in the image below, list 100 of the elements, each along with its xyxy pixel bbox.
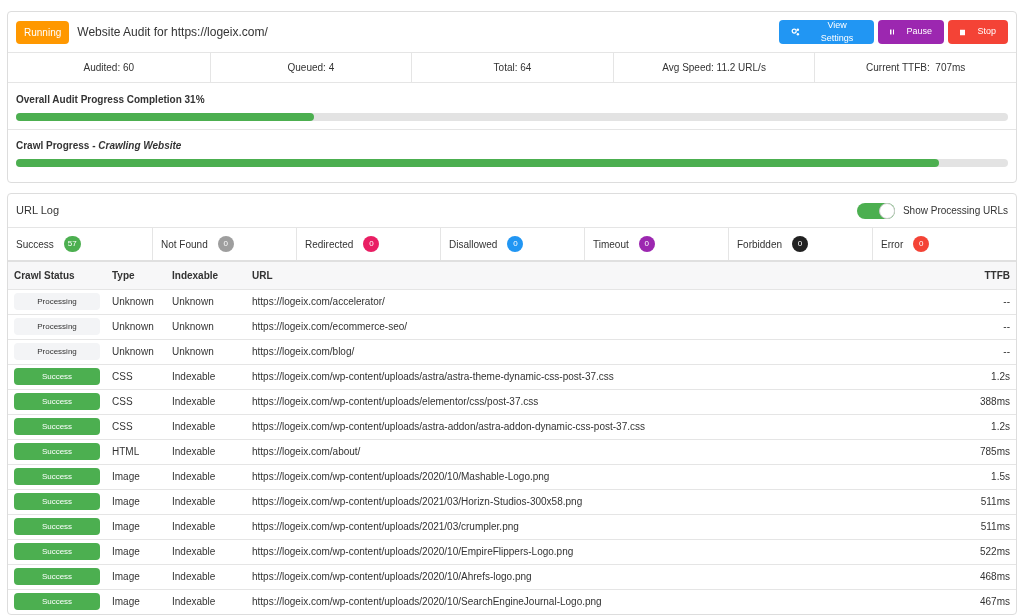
toggle-knob: [878, 202, 895, 219]
status-badge: Running: [16, 20, 70, 44]
column-header: TTFB: [936, 262, 1016, 289]
table-cell: Unknown: [166, 314, 246, 339]
table-cell: https://logeix.com/wp-content/uploads/2020/10/SearchEngineJournal-Logo.png: [246, 589, 936, 614]
table-cell: https://logeix.com/wp-content/uploads/elementor/css/post-37.css: [246, 389, 936, 414]
column-header: URL: [246, 262, 936, 289]
table-cell: 467ms: [936, 589, 1016, 614]
stat-text: Audited: 60: [83, 61, 135, 75]
table-cell: https://logeix.com/wp-content/uploads/2020/10/Ahrefs-logo.png: [246, 564, 936, 589]
column-header: Type: [106, 262, 166, 289]
stop-icon: [960, 27, 966, 37]
table-cell: https://logeix.com/wp-content/uploads/2020/10/EmpireFlippers-Logo.png: [246, 539, 936, 564]
table-cell: CSS: [106, 389, 166, 414]
table-cell: 511ms: [936, 514, 1016, 539]
settings-button[interactable]: View Settings: [779, 20, 874, 44]
table-cell: Unknown: [166, 289, 246, 314]
status-badge: Success: [14, 543, 100, 560]
stat-text: Avg Speed: 11.2 URL/s: [662, 61, 766, 75]
filter-label: Success: [16, 237, 54, 252]
table-cell: https://logeix.com/wp-content/uploads/2020/10/Mashable-Logo.png: [246, 464, 936, 489]
table-cell: Unknown: [106, 289, 166, 314]
progress-label: Crawl Progress - Crawling Website: [16, 139, 183, 153]
stat-text: Current TTFB: 707ms: [866, 61, 966, 75]
column-header: Indexable: [166, 262, 246, 289]
status-badge: Processing: [14, 318, 100, 335]
status-badge: Success: [14, 393, 100, 410]
table-cell: Image: [106, 539, 166, 564]
table-cell: 1.2s: [936, 414, 1016, 439]
count-badge: 0: [507, 236, 524, 252]
table-cell: Indexable: [166, 464, 246, 489]
table-cell: Image: [106, 464, 166, 489]
table-cell: Unknown: [166, 339, 246, 364]
count-badge: 0: [363, 236, 380, 252]
table-cell: 522ms: [936, 539, 1016, 564]
count-badge: 0: [638, 236, 655, 252]
table-cell: Indexable: [166, 514, 246, 539]
filter-label: Forbidden: [737, 237, 783, 252]
pause-button[interactable]: Pause: [878, 20, 944, 44]
stat-text: Total: 64: [493, 61, 532, 75]
table-cell: --: [936, 314, 1016, 339]
filter-label: Not Found: [161, 237, 208, 252]
table-cell: Image: [106, 589, 166, 614]
table-cell: 388ms: [936, 389, 1016, 414]
table-cell: --: [936, 289, 1016, 314]
filter-label: Redirected: [305, 237, 354, 252]
toggle-switch[interactable]: [856, 202, 895, 219]
table-cell: Indexable: [166, 414, 246, 439]
table-cell: 1.2s: [936, 364, 1016, 389]
table-cell: 468ms: [936, 564, 1016, 589]
table-cell: Unknown: [106, 314, 166, 339]
filter-label: Disallowed: [449, 237, 498, 252]
table-cell: Unknown: [106, 339, 166, 364]
table-cell: Indexable: [166, 564, 246, 589]
table-cell: Image: [106, 489, 166, 514]
count-badge: 0: [913, 236, 930, 252]
audit-title: Website Audit for https://logeix.com/: [77, 24, 268, 41]
table-cell: https://logeix.com/wp-content/uploads/2021/03/Horizn-Studios-300x58.png: [246, 489, 936, 514]
status-badge: Success: [14, 418, 100, 435]
table-cell: https://logeix.com/ecommerce-seo/: [246, 314, 936, 339]
status-badge: Success: [14, 443, 100, 460]
table-cell: Image: [106, 564, 166, 589]
table-cell: https://logeix.com/wp-content/uploads/astra-addon/astra-addon-dynamic-css-post-37.css: [246, 414, 936, 439]
pause-icon: [890, 27, 895, 37]
table-cell: 511ms: [936, 489, 1016, 514]
status-badge: Success: [14, 518, 100, 535]
table-cell: Indexable: [166, 389, 246, 414]
table-cell: Indexable: [166, 489, 246, 514]
gears-icon: [791, 27, 801, 37]
column-header: Crawl Status: [8, 262, 106, 289]
table-cell: CSS: [106, 364, 166, 389]
table-cell: https://logeix.com/accelerator/: [246, 289, 936, 314]
stop-button[interactable]: Stop: [948, 20, 1008, 44]
table-cell: Image: [106, 514, 166, 539]
status-badge: Processing: [14, 293, 100, 310]
table-cell: Indexable: [166, 364, 246, 389]
status-badge: Success: [14, 368, 100, 385]
filter-label: Error: [881, 237, 904, 252]
count-badge: 0: [217, 236, 234, 252]
status-badge: Processing: [14, 343, 100, 360]
status-badge: Success: [14, 493, 100, 510]
table-cell: HTML: [106, 439, 166, 464]
table-cell: https://logeix.com/wp-content/uploads/2021/03/crumpler.png: [246, 514, 936, 539]
url-log-title: URL Log: [16, 203, 59, 219]
filter-label: Timeout: [593, 237, 629, 252]
table-cell: --: [936, 339, 1016, 364]
progress-label: Overall Audit Progress Completion 31%: [16, 93, 206, 107]
table-cell: Indexable: [166, 439, 246, 464]
table-cell: 785ms: [936, 439, 1016, 464]
status-badge: Success: [14, 468, 100, 485]
status-badge: Success: [14, 593, 100, 611]
status-badge: Success: [14, 568, 100, 585]
table-cell: https://logeix.com/about/: [246, 439, 936, 464]
table-cell: https://logeix.com/blog/: [246, 339, 936, 364]
table-cell: Indexable: [166, 539, 246, 564]
table-cell: 1.5s: [936, 464, 1016, 489]
table-cell: CSS: [106, 414, 166, 439]
table-cell: https://logeix.com/wp-content/uploads/astra/astra-theme-dynamic-css-post-37.css: [246, 364, 936, 389]
count-badge: 0: [792, 236, 809, 252]
count-badge: 57: [63, 236, 81, 252]
